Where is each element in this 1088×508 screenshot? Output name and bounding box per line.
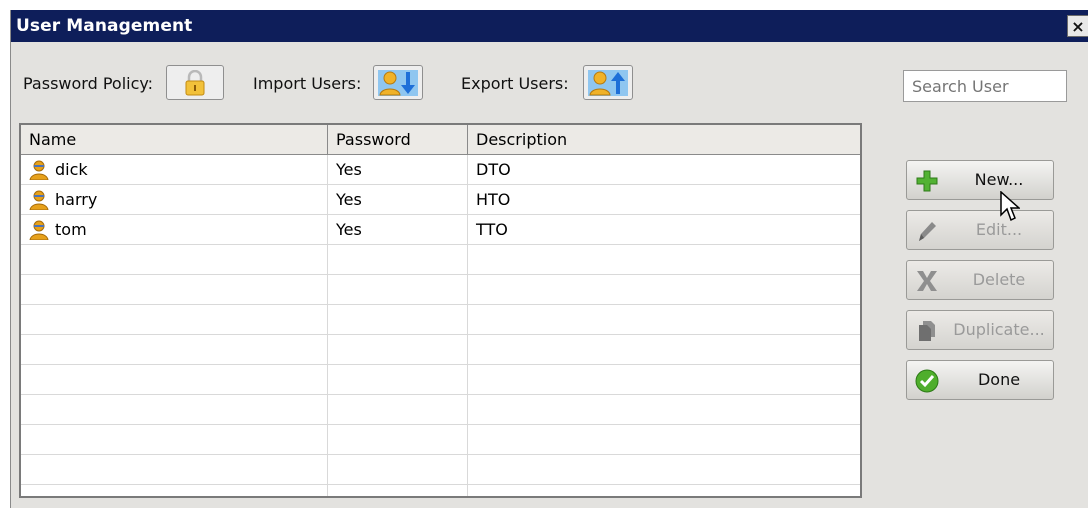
edit-button-label: Edit... xyxy=(975,220,1023,239)
empty-row xyxy=(21,335,860,365)
table-row[interactable]: tom Yes TTO xyxy=(21,215,860,245)
duplicate-button[interactable]: Duplicate... xyxy=(906,310,1054,350)
table-row[interactable]: dick Yes DTO xyxy=(21,155,860,185)
title-bar: User Management × xyxy=(11,10,1088,42)
cell-name: tom xyxy=(21,215,328,245)
password-policy-label: Password Policy: xyxy=(23,74,154,93)
delete-button-label: Delete xyxy=(972,270,1026,289)
column-header-password[interactable]: Password xyxy=(328,125,468,155)
user-export-icon xyxy=(588,69,628,96)
done-button-label: Done xyxy=(977,370,1021,389)
empty-row xyxy=(21,365,860,395)
search-user-input[interactable] xyxy=(903,70,1067,102)
user-name: dick xyxy=(55,160,88,179)
cell-description: HTO xyxy=(476,190,511,209)
new-button[interactable]: New... xyxy=(906,160,1054,200)
user-management-dialog: User Management × Password Policy: Impor… xyxy=(10,10,1088,508)
plus-icon xyxy=(916,170,938,192)
empty-row xyxy=(21,425,860,455)
check-icon xyxy=(915,369,939,393)
empty-row xyxy=(21,275,860,305)
empty-row xyxy=(21,455,860,485)
cell-password: Yes xyxy=(328,215,468,245)
column-header-description[interactable]: Description xyxy=(468,125,860,155)
empty-row xyxy=(21,485,860,496)
empty-row xyxy=(21,305,860,335)
user-icon xyxy=(29,160,49,180)
new-button-label: New... xyxy=(974,170,1024,189)
export-users-label: Export Users: xyxy=(461,74,569,93)
cell-password: Yes xyxy=(328,185,468,215)
cell-password: Yes xyxy=(328,155,468,185)
edit-button[interactable]: Edit... xyxy=(906,210,1054,250)
lock-icon xyxy=(185,69,205,95)
done-button[interactable]: Done xyxy=(906,360,1054,400)
pencil-icon xyxy=(919,222,936,241)
cell-name: harry xyxy=(21,185,328,215)
user-import-icon xyxy=(378,69,418,96)
cell-description: TTO xyxy=(476,220,508,239)
close-button[interactable]: × xyxy=(1067,15,1088,37)
import-users-label: Import Users: xyxy=(253,74,362,93)
user-icon xyxy=(29,190,49,210)
export-users-button[interactable] xyxy=(583,65,633,100)
cell-name: dick xyxy=(21,155,328,185)
user-name: tom xyxy=(55,220,87,239)
empty-row xyxy=(21,245,860,275)
window-title: User Management xyxy=(16,16,193,36)
user-name: harry xyxy=(55,190,98,209)
duplicate-button-label: Duplicate... xyxy=(953,320,1045,339)
import-users-button[interactable] xyxy=(373,65,423,100)
close-icon: × xyxy=(1071,16,1085,36)
empty-row xyxy=(21,395,860,425)
cell-description: DTO xyxy=(476,160,511,179)
users-table: Name Password Description dick Yes DTO h… xyxy=(19,123,862,498)
column-header-name[interactable]: Name xyxy=(21,125,328,155)
table-row[interactable]: harry Yes HTO xyxy=(21,185,860,215)
table-header: Name Password Description xyxy=(21,125,860,155)
duplicate-icon xyxy=(919,321,935,341)
password-policy-button[interactable] xyxy=(166,65,224,100)
x-icon xyxy=(917,271,937,291)
delete-button[interactable]: Delete xyxy=(906,260,1054,300)
user-icon xyxy=(29,220,49,240)
